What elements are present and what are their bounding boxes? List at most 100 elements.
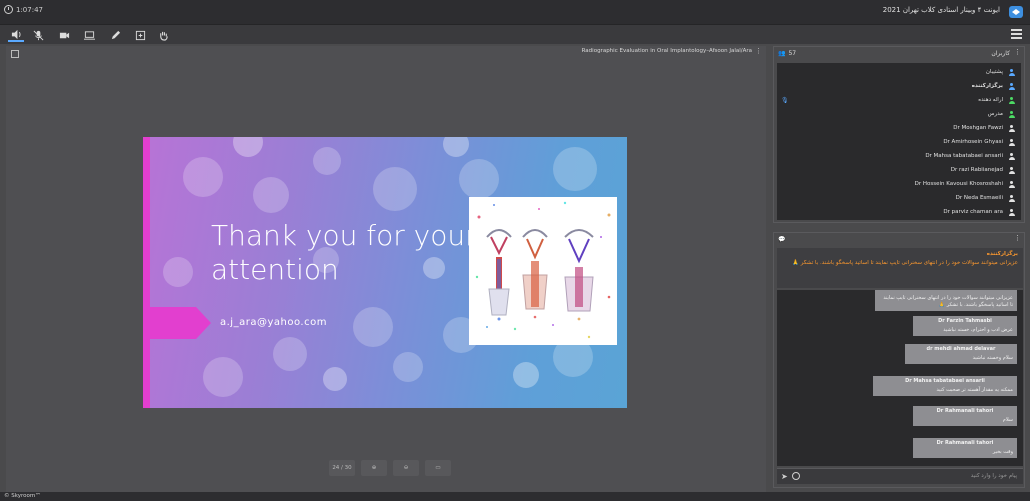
chat-compose: ➤ پیام خود را وارد کنید [777, 468, 1023, 484]
message-text: سلام [1002, 417, 1013, 423]
screen-share-icon [83, 30, 95, 40]
user-icon [1008, 110, 1015, 118]
chat-message: Dr Rahmanali tahori سلام [913, 406, 1017, 426]
chat-message: Dr Mahsa tabatabaei ansarii ممکنه یه مقدا… [873, 376, 1017, 396]
user-row[interactable]: Dr Amirhosein Ghyasi [777, 135, 1021, 149]
slide-email: a.j_ara@yahoo.com [220, 317, 327, 328]
clock-icon [4, 5, 13, 14]
toolbar [0, 24, 1030, 44]
users-count: 👥 57 [778, 50, 797, 57]
zoom-out-icon[interactable]: ⊖ [393, 460, 419, 476]
chat-input[interactable]: پیام خود را وارد کنید [971, 473, 1017, 479]
user-name: Dr Hossein Kavousi Khosroshahi [914, 181, 1003, 187]
users-list: 🎙 پشتیبان برگزارکننده ارائه دهنده مدرس Dr Mo… [777, 63, 1021, 220]
slide-controls: 24 / 30 ⊕ ⊖ ▭ [329, 460, 451, 476]
user-row[interactable]: مدرس [777, 107, 1021, 121]
screen-share-button[interactable] [81, 28, 97, 42]
message-author: Dr Rahmanali tahori [936, 408, 994, 414]
presentation-stage: Radiographic Evaluation in Oral Implanto… [6, 46, 766, 492]
users-panel-header: 👥 57 کاربران ⋮ [774, 47, 1024, 61]
user-name: مدرس [987, 111, 1003, 117]
presentation-slide: Thank you for your attention a.j_ara@yah… [143, 137, 627, 408]
timer-text: 1:07:47 [16, 5, 43, 14]
users-options-icon[interactable]: ⋮ [1014, 48, 1021, 56]
add-content-button[interactable] [132, 28, 148, 42]
room-title: ایونت ۴ وبینار استادی کلاب تهران 2021 [882, 6, 1000, 14]
users-icon: 👥 [778, 50, 786, 57]
pen-button[interactable] [107, 28, 123, 42]
user-icon [1008, 68, 1015, 76]
user-name: Dr Neda Esmaeili [955, 195, 1003, 201]
camera-icon [59, 32, 69, 38]
user-name: برگزارکننده [971, 83, 1003, 89]
pinned-message: برگزارکننده عزیزانی میتوانند سوالات خود … [777, 248, 1023, 288]
skyroom-logo-icon [1009, 6, 1023, 18]
user-icon [1008, 194, 1015, 202]
add-content-icon [135, 30, 145, 40]
user-row[interactable]: Dr Neda Esmaeili [777, 191, 1021, 205]
message-text: عرض ادب و احترام، خسته نباشید [943, 327, 1013, 333]
emoji-icon[interactable] [792, 472, 800, 480]
user-row[interactable]: Dr Moshgan Fawzi [777, 121, 1021, 135]
message-text: عزیزانی میتوانند سوالات خود را در انتهای… [883, 295, 1013, 308]
page-indicator: 24 / 30 [329, 460, 355, 476]
user-icon [1008, 138, 1015, 146]
chat-message: Dr Rahmanali tahori وقت بخیر [913, 438, 1017, 458]
user-icon [1008, 166, 1015, 174]
fit-page-icon[interactable]: ▭ [425, 460, 451, 476]
fullscreen-icon[interactable] [11, 50, 19, 58]
user-name: ارائه دهنده [978, 97, 1003, 103]
user-row[interactable]: Dr parviz chaman ara [777, 205, 1021, 219]
user-name: Dr Mahsa tabatabaei ansarii [925, 153, 1003, 159]
user-name: Dr Amirhosein Ghyasi [943, 139, 1003, 145]
slide-accent-bar [143, 137, 150, 408]
chat-panel-header: 💬 ⋮ [774, 233, 1024, 247]
user-row[interactable]: Dr razi Rabiianejad [777, 163, 1021, 177]
menu-icon[interactable] [1011, 29, 1022, 39]
user-row[interactable]: ارائه دهنده [777, 93, 1021, 107]
user-icon [1008, 208, 1015, 216]
user-name: پشتیبان [985, 69, 1003, 75]
dental-implant-image [469, 197, 617, 345]
slide-heading: Thank you for your attention [211, 219, 477, 286]
user-name: Dr parviz chaman ara [943, 209, 1003, 215]
send-icon[interactable]: ➤ [781, 472, 788, 481]
pen-icon [111, 30, 120, 39]
chat-message: Dr Farzin Tahmasbi عرض ادب و احترام، خسته… [913, 316, 1017, 336]
session-timer: 1:07:47 [4, 5, 43, 14]
message-author: Dr Mahsa tabatabaei ansarii [905, 378, 985, 384]
mic-off-icon [33, 30, 43, 40]
raise-hand-icon [159, 31, 168, 41]
zoom-in-icon[interactable]: ⊕ [361, 460, 387, 476]
speaker-button[interactable] [8, 28, 24, 42]
chat-messages: عزیزانی میتوانند سوالات خود را در انتهای… [777, 290, 1023, 466]
users-panel-label: کاربران [991, 50, 1010, 57]
chat-options-icon[interactable]: ⋮ [1014, 234, 1021, 242]
users-panel: 👥 57 کاربران ⋮ 🎙 پشتیبان برگزارکننده ارائه… [773, 46, 1025, 223]
user-row[interactable]: Dr Hossein Kavousi Khosroshahi [777, 177, 1021, 191]
mic-button[interactable] [30, 28, 46, 42]
chat-message: عزیزانی میتوانند سوالات خود را در انتهای… [875, 290, 1017, 311]
user-row[interactable]: Dr Mahsa tabatabaei ansarii [777, 149, 1021, 163]
user-icon [1008, 152, 1015, 160]
user-row[interactable]: برگزارکننده [777, 79, 1021, 93]
chat-message: dr mehdi ahmad delavar سلام وخسته نباشید [905, 344, 1017, 364]
user-row[interactable]: پشتیبان [777, 65, 1021, 79]
message-text: ممکنه یه مقدار آهسته تر صحبت کنید [936, 387, 1013, 393]
camera-button[interactable] [56, 28, 72, 42]
user-icon [1008, 180, 1015, 188]
message-author: Dr Farzin Tahmasbi [938, 318, 992, 324]
presentation-title: Radiographic Evaluation in Oral Implanto… [581, 48, 752, 54]
chat-icon: 💬 [778, 236, 786, 243]
speaker-icon [11, 29, 21, 39]
chat-panel: 💬 ⋮ برگزارکننده عزیزانی میتوانند سوالات … [773, 232, 1025, 488]
user-icon [1008, 96, 1015, 104]
pinned-author: برگزارکننده [986, 251, 1018, 257]
footer-brand: © Skyroom™ [0, 492, 1030, 501]
stage-options-icon[interactable]: ⋮ [755, 47, 762, 55]
raise-hand-button[interactable] [155, 28, 171, 42]
message-text: وقت بخیر [992, 449, 1013, 455]
pinned-text: عزیزانی میتوانند سوالات خود را در انتهای… [792, 260, 1018, 266]
message-author: Dr Rahmanali tahori [936, 440, 994, 446]
user-icon [1008, 124, 1015, 132]
